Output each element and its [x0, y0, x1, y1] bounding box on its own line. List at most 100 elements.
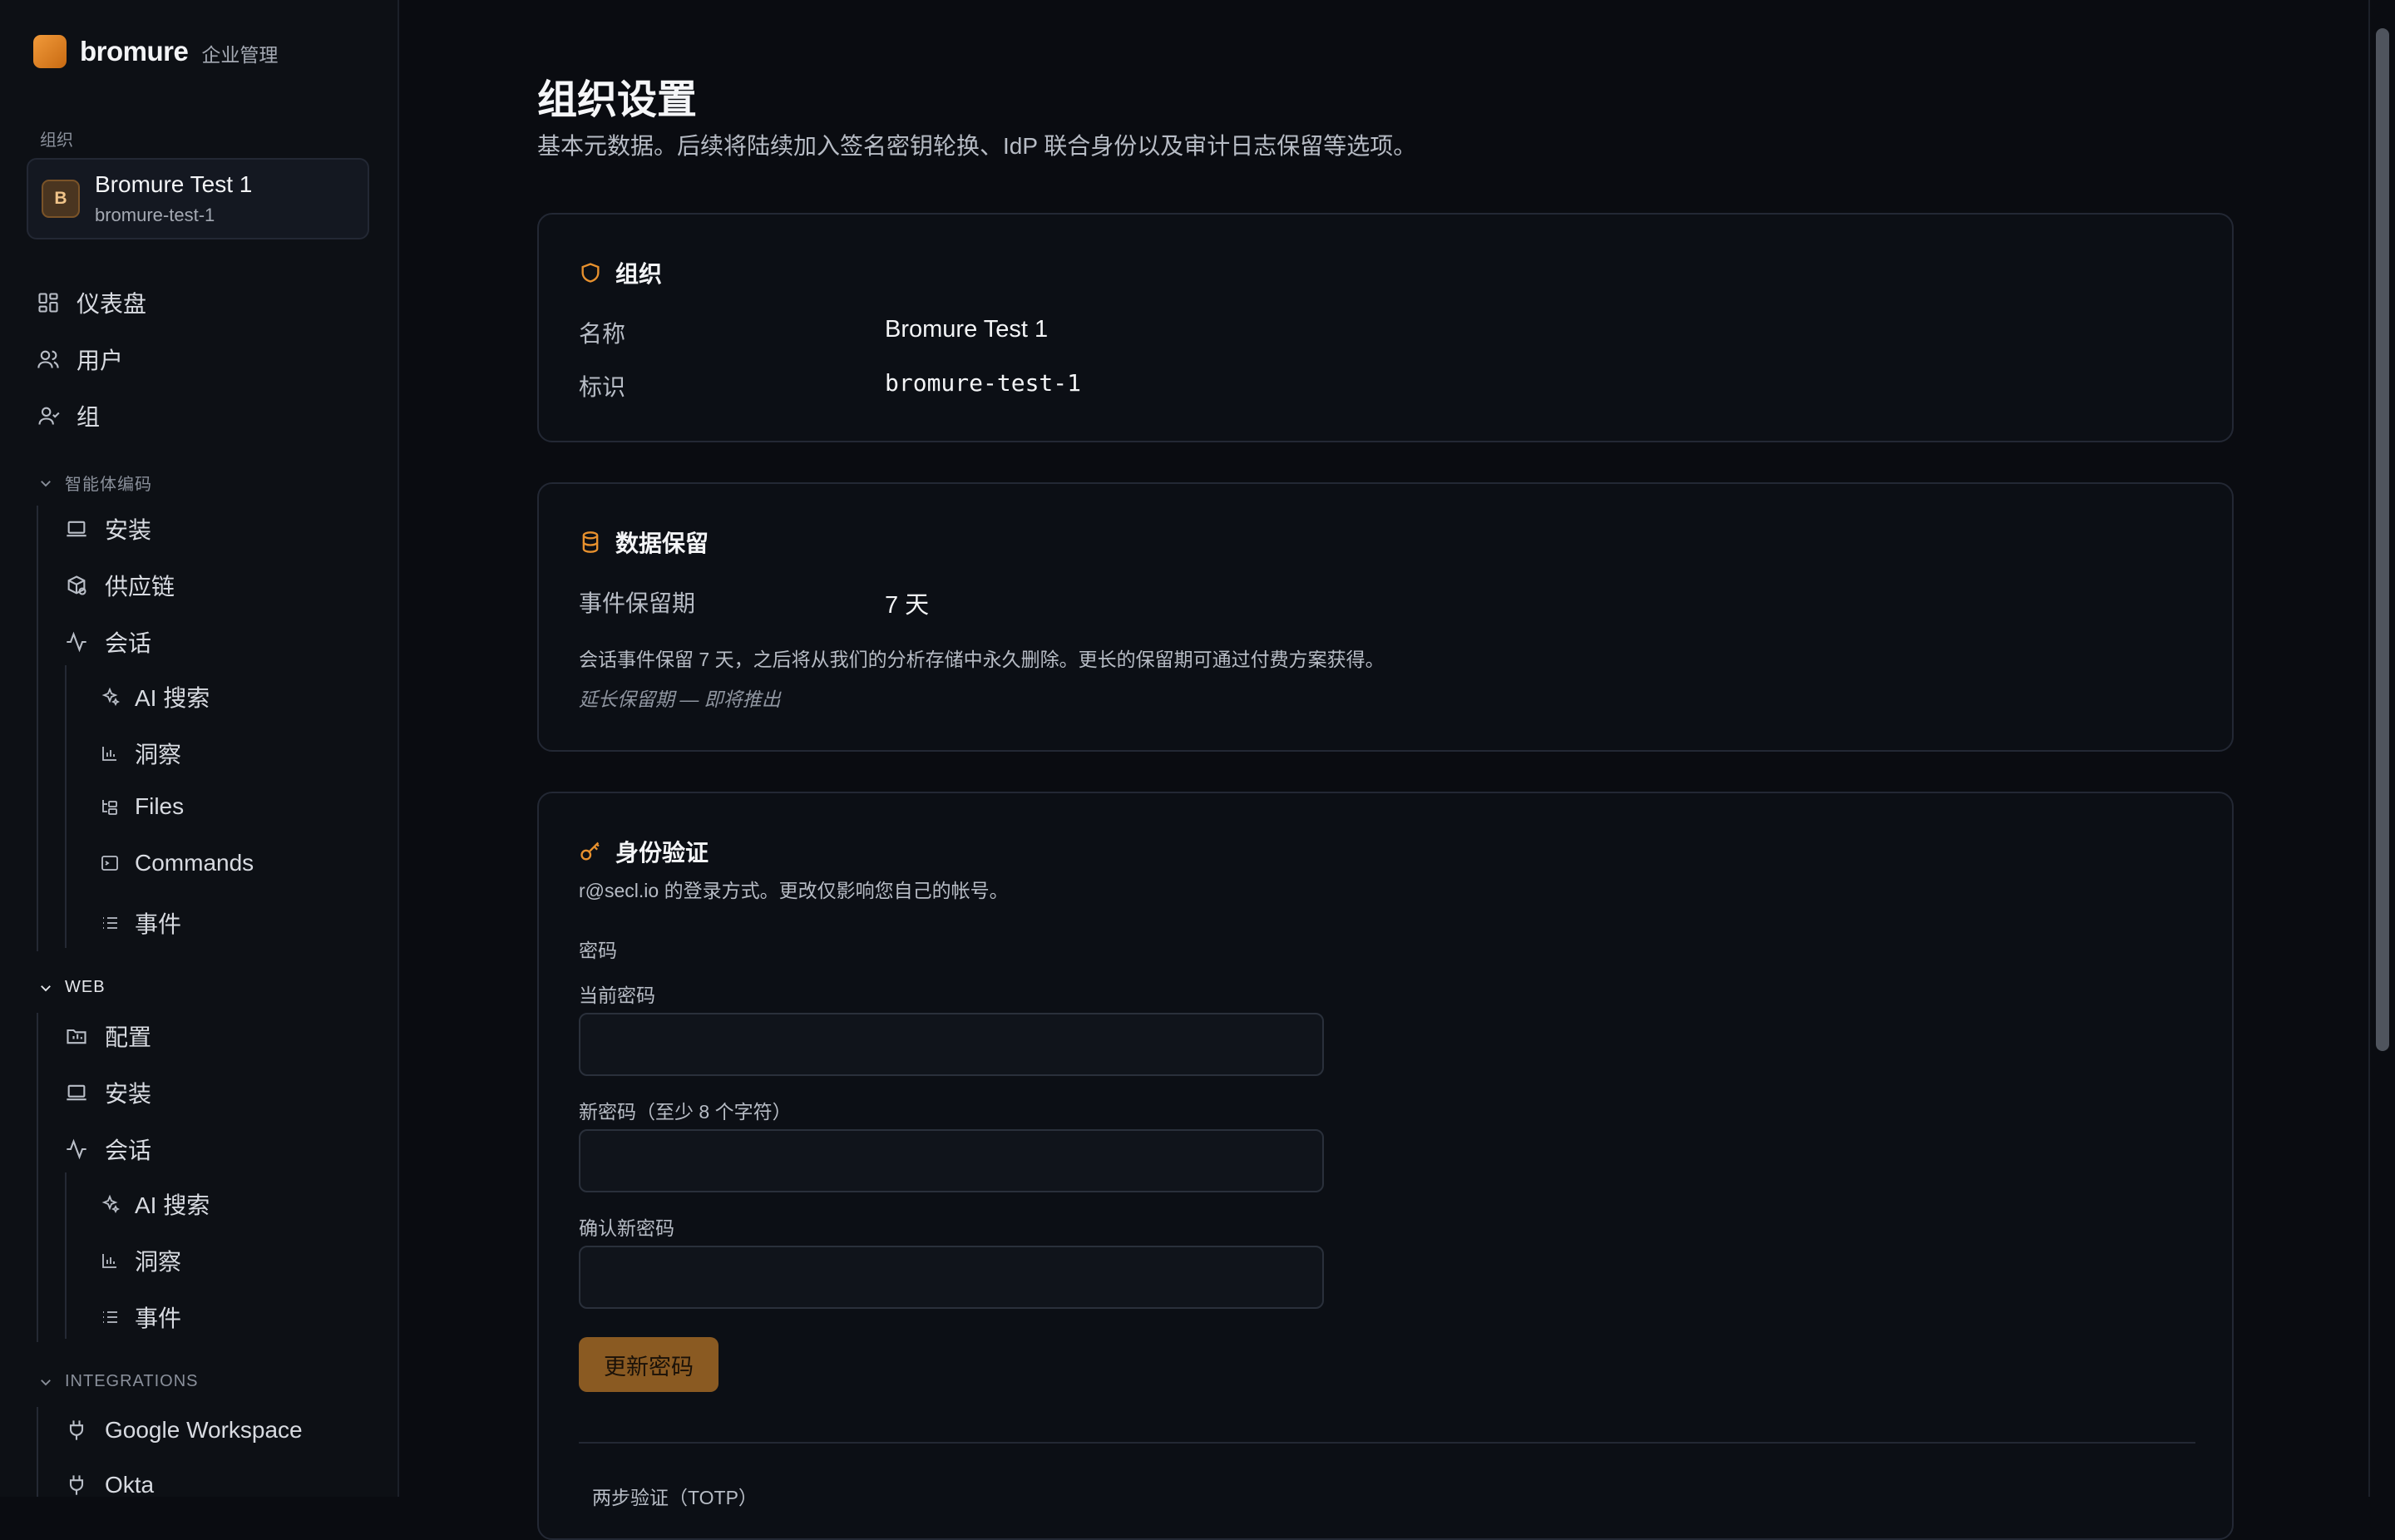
section-integrations[interactable]: INTEGRATIONS [38, 1372, 199, 1391]
nav-okta-label: Okta [105, 1472, 155, 1497]
update-password-button[interactable]: 更新密码 [579, 1337, 718, 1392]
retention-period-value: 7 天 [885, 592, 930, 619]
nav-agent-sessions-label: 会话 [105, 630, 152, 656]
nav-web-config[interactable]: 配置 [65, 1019, 151, 1053]
folder-tree-icon [102, 800, 117, 815]
chevron-down-icon [41, 1379, 51, 1385]
page-subtitle: 基本元数据。后续将陆续加入签名密钥轮换、IdP 联合身份以及审计日志保留等选项。 [537, 133, 1417, 159]
retention-description: 会话事件保留 7 天，之后将从我们的分析存储中永久删除。更长的保留期可通过付费方… [579, 649, 1385, 670]
nav-agent-ai-search[interactable]: AI 搜索 [100, 680, 210, 713]
nav-users[interactable]: 用户 [37, 343, 123, 376]
chevron-down-icon [41, 985, 51, 991]
nav-agent-insights-label: 洞察 [135, 742, 182, 768]
brand-name: bromure [80, 36, 189, 67]
nav-agent-sessions[interactable]: 会话 [65, 625, 151, 659]
nav-agent-events-label: 事件 [135, 911, 182, 937]
nav-agent-insights[interactable]: 洞察 [100, 737, 181, 770]
nav-web-install[interactable]: 安装 [65, 1076, 151, 1109]
org-card-title: 组织 [579, 256, 662, 289]
totp-label: 两步验证（TOTP） [592, 1487, 758, 1508]
password-heading: 密码 [579, 940, 617, 961]
retention-period-label: 事件保留期 [579, 590, 696, 616]
org-name-value: Bromure Test 1 [885, 316, 1049, 343]
nav-supply-chain[interactable]: 供应链 [65, 569, 175, 602]
org-id-label: 标识 [579, 374, 626, 400]
nav-dashboard[interactable]: 仪表盘 [37, 286, 146, 319]
org-name: Bromure Test 1 [95, 171, 253, 197]
confirm-password-label: 确认新密码 [579, 1217, 674, 1239]
activity-icon [67, 631, 86, 653]
nav-web-sessions[interactable]: 会话 [65, 1133, 151, 1166]
section-agent-coding[interactable]: 智能体编码 [38, 471, 152, 495]
nav-commands-label: Commands [135, 850, 254, 876]
nav-dashboard-label: 仪表盘 [77, 291, 147, 317]
current-password-input[interactable] [579, 1013, 1324, 1076]
tree-line [65, 665, 67, 948]
list-icon [103, 917, 117, 929]
org-card: 组织 名称 Bromure Test 1 标识 bromure-test-1 [537, 213, 2234, 442]
nav-files-label: Files [135, 793, 185, 819]
new-password-input[interactable] [579, 1129, 1324, 1192]
section-agent-coding-title: 智能体编码 [65, 476, 152, 494]
laptop-icon [67, 521, 86, 537]
database-icon [582, 531, 599, 553]
nav-agent-install[interactable]: 安装 [65, 512, 151, 545]
org-id-value: bromure-test-1 [885, 369, 1082, 397]
nav-web-ai-search[interactable]: AI 搜索 [100, 1187, 210, 1221]
brand-subtitle: 企业管理 [201, 44, 279, 66]
sparkles-icon [101, 1194, 120, 1214]
tree-line [37, 1407, 38, 1497]
org-slug: bromure-test-1 [95, 205, 215, 225]
list-icon [103, 1311, 117, 1323]
org-card-title-text: 组织 [615, 261, 663, 287]
nav-web-sessions-label: 会话 [105, 1138, 152, 1163]
bar-chart-icon [102, 747, 116, 761]
auth-card: 身份验证 r@secl.io 的登录方式。更改仅影响您自己的帐号。 密码 当前密… [537, 792, 2234, 1540]
nav-web-events[interactable]: 事件 [100, 1301, 181, 1334]
tree-line [65, 1172, 67, 1339]
nav-files[interactable]: Files [100, 793, 184, 820]
nav-groups[interactable]: 组 [37, 399, 100, 432]
section-web[interactable]: WEB [38, 978, 106, 997]
nav-web-insights-label: 洞察 [135, 1249, 182, 1275]
plug-icon [69, 1475, 84, 1495]
auth-subtitle: r@secl.io 的登录方式。更改仅影响您自己的帐号。 [579, 880, 1009, 901]
chevron-down-icon [41, 480, 51, 486]
retention-coming-soon: 延长保留期 — 即将推出 [579, 689, 781, 710]
confirm-password-input[interactable] [579, 1246, 1324, 1309]
nav-users-label: 用户 [77, 348, 124, 373]
sidebar: bromure 企业管理 组织 B Bromure Test 1 bromure… [0, 0, 399, 1497]
scrollbar[interactable] [2368, 0, 2395, 1497]
section-web-title: WEB [65, 978, 106, 996]
auth-divider [579, 1442, 2195, 1444]
nav-agent-events[interactable]: 事件 [100, 906, 181, 940]
folder-chart-icon [67, 1029, 86, 1044]
nav-google-workspace-label: Google Workspace [105, 1417, 303, 1443]
scrollbar-thumb[interactable] [2376, 28, 2389, 1051]
nav-agent-ai-search-label: AI 搜索 [135, 685, 210, 711]
org-switcher[interactable]: B Bromure Test 1 bromure-test-1 [27, 158, 369, 239]
nav-okta[interactable]: Okta [65, 1472, 154, 1497]
package-search-icon [67, 575, 86, 595]
nav-commands[interactable]: Commands [100, 850, 254, 876]
nav-web-insights[interactable]: 洞察 [100, 1244, 181, 1277]
group-icon [38, 407, 60, 425]
org-section-label: 组织 [40, 131, 73, 150]
new-password-label: 新密码（至少 8 个字符） [579, 1101, 792, 1123]
activity-icon [67, 1138, 86, 1160]
users-icon [37, 350, 59, 368]
laptop-icon [67, 1084, 86, 1101]
nav-supply-chain-label: 供应链 [105, 574, 175, 600]
nav-agent-install-label: 安装 [105, 517, 152, 543]
brand-logo [33, 35, 67, 68]
page-title: 组织设置 [537, 78, 698, 122]
plug-icon [69, 1420, 84, 1440]
nav-web-config-label: 配置 [105, 1024, 152, 1050]
auth-card-title: 身份验证 [579, 835, 709, 868]
bar-chart-icon [102, 1254, 116, 1268]
org-avatar: B [42, 180, 80, 218]
brand[interactable]: bromure 企业管理 [33, 35, 278, 68]
nav-web-events-label: 事件 [135, 1306, 182, 1331]
nav-google-workspace[interactable]: Google Workspace [65, 1417, 303, 1444]
auth-card-title-text: 身份验证 [615, 840, 709, 866]
